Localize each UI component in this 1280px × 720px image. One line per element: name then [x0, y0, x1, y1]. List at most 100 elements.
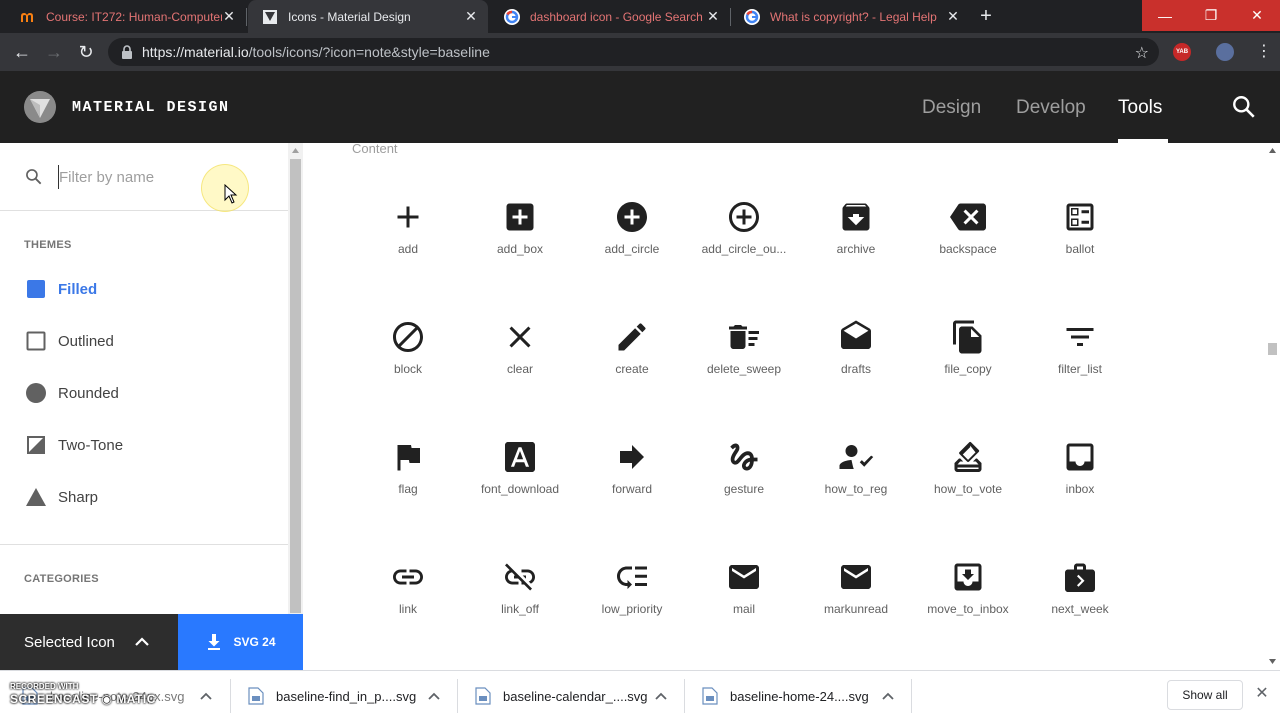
sidebar-scrollbar[interactable]: [288, 143, 303, 614]
icon-cell[interactable]: block: [352, 319, 464, 419]
close-tab-icon[interactable]: ✕: [222, 9, 236, 23]
icon-cell[interactable]: mail: [688, 559, 800, 659]
address-bar[interactable]: https://material.io/tools/icons/?icon=no…: [108, 38, 1159, 66]
theme-sharp[interactable]: Sharp: [24, 483, 98, 511]
browser-tab-course[interactable]: Course: IT272: Human-Computer ✕: [6, 0, 247, 33]
delete-sweep-icon: [729, 325, 759, 349]
icon-cell[interactable]: backspace: [912, 199, 1024, 299]
icon-label: add_box: [496, 242, 544, 256]
add-circle-ou-icon: [729, 202, 759, 232]
close-downloads-icon[interactable]: ✕: [1253, 685, 1271, 703]
block-icon: [393, 322, 423, 352]
close-tab-icon[interactable]: ✕: [464, 9, 478, 23]
icon-cell[interactable]: link: [352, 559, 464, 659]
close-tab-icon[interactable]: ✕: [946, 9, 960, 23]
icon-cell[interactable]: how_to_reg: [800, 439, 912, 539]
nav-tools[interactable]: Tools: [1118, 97, 1162, 119]
markunread-icon: [841, 565, 871, 589]
icon-cell[interactable]: filter_list: [1024, 319, 1136, 419]
browser-tab-google-copyright[interactable]: What is copyright? - Legal Help ✕: [730, 0, 970, 33]
reload-icon[interactable]: ↻: [76, 42, 96, 62]
theme-rounded[interactable]: Rounded: [24, 379, 119, 407]
download-svg-button[interactable]: SVG 24: [178, 614, 303, 670]
icon-cell[interactable]: clear: [464, 319, 576, 419]
chevron-up-icon[interactable]: [428, 692, 440, 700]
profile-avatar[interactable]: [1216, 43, 1234, 61]
main-scrollbar[interactable]: [1265, 143, 1280, 670]
icon-label: forward: [611, 482, 652, 496]
scroll-down-arrow-icon[interactable]: [1268, 657, 1277, 665]
nav-develop[interactable]: Develop: [1016, 97, 1086, 119]
extension-badge[interactable]: YAB: [1173, 43, 1191, 61]
icon-cell[interactable]: font_download: [464, 439, 576, 539]
sidebar-divider: [0, 544, 288, 545]
icon-cell[interactable]: delete_sweep: [688, 319, 800, 419]
theme-filled[interactable]: Filled: [24, 275, 97, 303]
minimize-button[interactable]: —: [1142, 0, 1188, 31]
nav-design[interactable]: Design: [922, 97, 981, 119]
icon-cell[interactable]: markunread: [800, 559, 912, 659]
back-icon[interactable]: ←: [12, 42, 32, 62]
icon-cell[interactable]: archive: [800, 199, 912, 299]
browser-tab-google-dashboard[interactable]: dashboard icon - Google Search ✕: [490, 0, 731, 33]
new-tab-button[interactable]: +: [975, 6, 997, 28]
filter-input[interactable]: [58, 165, 218, 189]
selected-icon-bar[interactable]: Selected Icon: [0, 614, 178, 670]
close-tab-icon[interactable]: ✕: [706, 9, 720, 23]
icon-cell[interactable]: file_copy: [912, 319, 1024, 419]
chevron-up-icon[interactable]: [882, 692, 894, 700]
main-scroll-thumb[interactable]: [1268, 343, 1277, 355]
icon-cell[interactable]: ballot: [1024, 199, 1136, 299]
restore-button[interactable]: ❐: [1188, 0, 1234, 31]
scroll-up-arrow-icon[interactable]: [291, 147, 300, 155]
add-icon: [397, 206, 419, 228]
close-window-button[interactable]: ✕: [1234, 0, 1280, 31]
browser-tab-material-icons[interactable]: Icons - Material Design ✕: [248, 0, 488, 33]
browser-menu-icon[interactable]: ⋮: [1254, 42, 1274, 62]
icon-cell[interactable]: add: [352, 199, 464, 299]
forward-icon[interactable]: →: [44, 42, 64, 62]
icon-cell[interactable]: next_week: [1024, 559, 1136, 659]
bookmark-star-icon[interactable]: ☆: [1135, 43, 1149, 63]
icon-cell[interactable]: add_box: [464, 199, 576, 299]
icon-cell[interactable]: move_to_inbox: [912, 559, 1024, 659]
icon-cell[interactable]: drafts: [800, 319, 912, 419]
download-separator: [684, 679, 685, 713]
icon-label: archive: [836, 242, 876, 256]
url-host: https://material.io: [142, 44, 249, 60]
theme-outlined[interactable]: Outlined: [24, 327, 114, 355]
sidebar-scroll-thumb[interactable]: [290, 159, 301, 613]
icon-label: add: [397, 242, 419, 256]
screencast-watermark: RECORDED WITH SCREENCAST ◉ MATIC: [10, 682, 156, 706]
icon-cell[interactable]: how_to_vote: [912, 439, 1024, 539]
download-label: SVG 24: [233, 635, 276, 649]
search-icon[interactable]: [1231, 94, 1257, 120]
icon-cell[interactable]: add_circle_ou...: [688, 199, 800, 299]
chevron-up-icon[interactable]: [200, 692, 212, 700]
chevron-up-icon[interactable]: [655, 692, 667, 700]
theme-two-tone[interactable]: Two-Tone: [24, 431, 123, 459]
file-icon: [248, 687, 264, 705]
download-item[interactable]: baseline-calendar_....svg: [475, 679, 675, 713]
icon-cell[interactable]: link_off: [464, 559, 576, 659]
file-icon: [702, 687, 718, 705]
icon-cell[interactable]: add_circle: [576, 199, 688, 299]
material-logo-icon[interactable]: [24, 91, 56, 123]
brand-title[interactable]: MATERIAL DESIGN: [72, 99, 230, 116]
add-circle-icon: [617, 202, 647, 232]
show-all-downloads-button[interactable]: Show all: [1167, 680, 1243, 710]
download-item[interactable]: baseline-find_in_p....svg: [248, 679, 448, 713]
scroll-up-arrow-icon[interactable]: [1268, 147, 1277, 155]
icon-cell[interactable]: create: [576, 319, 688, 419]
mail-icon: [729, 565, 759, 589]
icon-cell[interactable]: gesture: [688, 439, 800, 539]
download-item[interactable]: baseline-home-24....svg: [702, 679, 902, 713]
icon-cell[interactable]: flag: [352, 439, 464, 539]
icon-cell[interactable]: inbox: [1024, 439, 1136, 539]
moodle-icon: [20, 9, 36, 25]
theme-label: Outlined: [58, 332, 114, 350]
icon-cell[interactable]: forward: [576, 439, 688, 539]
chevron-up-icon[interactable]: [134, 634, 150, 650]
icon-cell[interactable]: low_priority: [576, 559, 688, 659]
tab-separator: [246, 8, 247, 26]
